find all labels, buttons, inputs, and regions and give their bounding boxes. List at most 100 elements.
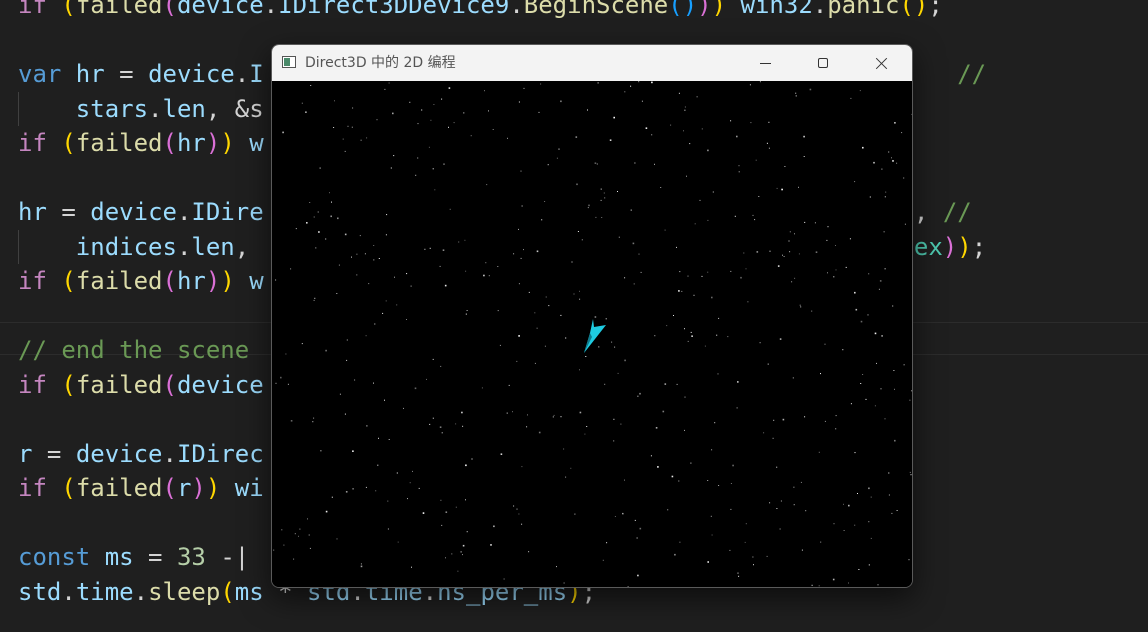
star bbox=[793, 486, 795, 488]
star bbox=[650, 455, 652, 457]
code-token: hr bbox=[176, 267, 206, 295]
star bbox=[756, 251, 759, 253]
code-token: failed bbox=[75, 129, 163, 157]
star bbox=[445, 557, 446, 559]
star bbox=[689, 143, 691, 145]
star bbox=[528, 291, 530, 293]
star bbox=[714, 422, 716, 424]
star bbox=[520, 170, 522, 172]
code-token: if bbox=[18, 474, 62, 502]
star bbox=[422, 512, 425, 514]
star bbox=[603, 192, 605, 194]
star bbox=[351, 256, 352, 258]
window-titlebar[interactable]: Direct3D 中的 2D 编程 bbox=[272, 45, 912, 81]
star bbox=[309, 547, 311, 549]
star bbox=[344, 413, 346, 415]
star bbox=[768, 147, 770, 149]
star bbox=[556, 157, 558, 159]
star bbox=[654, 335, 656, 337]
star bbox=[792, 377, 794, 379]
star bbox=[780, 500, 782, 502]
star bbox=[366, 425, 368, 427]
star bbox=[779, 338, 782, 340]
star bbox=[622, 513, 624, 515]
star bbox=[679, 271, 681, 273]
star bbox=[448, 87, 451, 89]
star bbox=[888, 494, 890, 496]
star bbox=[803, 135, 805, 138]
star bbox=[674, 553, 676, 556]
star bbox=[849, 238, 851, 240]
star bbox=[881, 168, 883, 170]
star bbox=[811, 310, 813, 312]
star bbox=[736, 135, 738, 138]
star bbox=[465, 499, 466, 501]
star bbox=[600, 188, 602, 190]
star bbox=[777, 265, 780, 267]
star bbox=[577, 231, 579, 232]
star bbox=[595, 216, 597, 218]
star bbox=[526, 426, 528, 428]
star bbox=[870, 496, 872, 498]
star bbox=[594, 316, 597, 318]
code-token: IDire bbox=[191, 198, 264, 226]
star bbox=[412, 470, 413, 472]
maximize-icon bbox=[818, 58, 828, 68]
star bbox=[544, 345, 546, 347]
star bbox=[804, 416, 806, 418]
star bbox=[738, 165, 740, 167]
star bbox=[798, 186, 799, 188]
code-token: ) bbox=[220, 267, 235, 295]
star bbox=[613, 116, 615, 119]
star bbox=[854, 452, 856, 454]
star bbox=[488, 275, 490, 277]
star bbox=[614, 516, 616, 517]
star bbox=[521, 523, 523, 525]
star bbox=[667, 509, 669, 511]
star bbox=[600, 199, 602, 201]
star bbox=[319, 167, 321, 169]
star bbox=[738, 171, 740, 173]
star bbox=[759, 81, 761, 83]
code-token: . bbox=[812, 0, 828, 19]
star bbox=[636, 537, 638, 539]
code-token: I bbox=[249, 60, 264, 88]
star bbox=[373, 382, 374, 384]
star bbox=[465, 270, 467, 272]
code-token: stars bbox=[75, 94, 149, 123]
star bbox=[521, 205, 523, 207]
star bbox=[373, 245, 375, 246]
star bbox=[892, 160, 894, 162]
star bbox=[843, 503, 844, 505]
star bbox=[686, 175, 687, 177]
star bbox=[660, 187, 662, 188]
code-token: device bbox=[176, 370, 264, 399]
star bbox=[418, 487, 420, 489]
close-button[interactable] bbox=[852, 45, 910, 81]
star bbox=[874, 332, 877, 335]
star bbox=[356, 274, 358, 276]
maximize-button[interactable] bbox=[794, 45, 852, 81]
star bbox=[403, 407, 404, 409]
code-token: = bbox=[133, 543, 177, 571]
star bbox=[801, 549, 803, 551]
code-token: ( bbox=[162, 370, 177, 399]
direct3d-window[interactable]: Direct3D 中的 2D 编程 bbox=[271, 44, 913, 588]
star bbox=[579, 298, 581, 300]
star bbox=[664, 229, 666, 231]
star bbox=[611, 341, 613, 343]
star bbox=[749, 84, 751, 86]
render-viewport[interactable] bbox=[272, 81, 912, 587]
star bbox=[588, 204, 590, 207]
star bbox=[738, 575, 740, 577]
star bbox=[671, 475, 674, 478]
star bbox=[414, 387, 417, 390]
star bbox=[753, 564, 754, 566]
code-token: . bbox=[133, 577, 149, 606]
star bbox=[360, 565, 363, 568]
star bbox=[339, 393, 341, 395]
star bbox=[750, 122, 752, 124]
star bbox=[376, 119, 378, 121]
minimize-button[interactable] bbox=[736, 45, 794, 81]
